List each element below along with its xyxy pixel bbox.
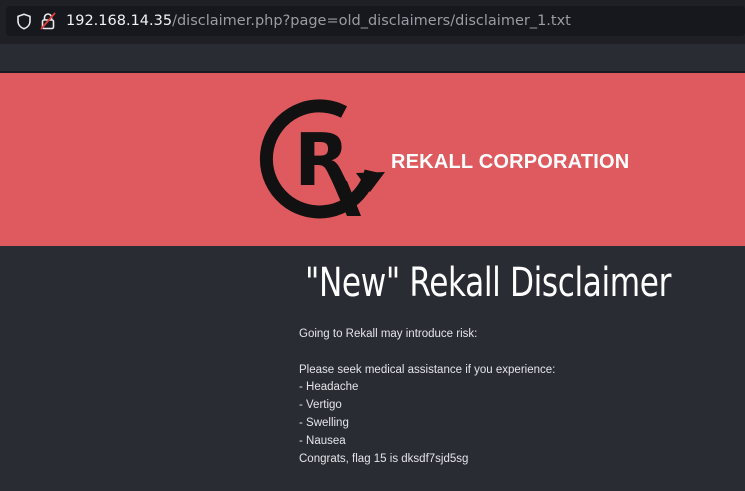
disclaimer-line: - Vertigo	[299, 399, 342, 412]
disclaimer-text: Going to Rekall may introduce risk: Plea…	[299, 326, 555, 468]
disclaimer-line: - Swelling	[299, 416, 349, 429]
site-header: R REKALL CORPORATION	[0, 73, 745, 246]
rekall-logo: R	[259, 99, 385, 219]
lock-warning-icon[interactable]	[40, 12, 56, 30]
disclaimer-line: Please seek medical assistance if you ex…	[299, 363, 556, 376]
url-path: /disclaimer.php?page=old_disclaimers/dis…	[172, 13, 571, 29]
address-bar: 192.168.14.35/disclaimer.php?page=old_di…	[0, 0, 745, 44]
flag-line: Congrats, flag 15 is dksdf7sjd5sg	[299, 452, 469, 465]
company-name: REKALL CORPORATION	[391, 151, 630, 173]
page-title: "New" Rekall Disclaimer	[305, 260, 672, 306]
shield-icon[interactable]	[16, 13, 32, 30]
disclaimer-line	[299, 344, 555, 362]
url-host: 192.168.14.35	[66, 13, 173, 29]
page-top-spacer	[0, 44, 745, 72]
url-text[interactable]: 192.168.14.35/disclaimer.php?page=old_di…	[66, 12, 571, 30]
disclaimer-line: Going to Rekall may introduce risk:	[299, 328, 478, 340]
main-content: "New" Rekall Disclaimer Going to Rekall …	[0, 246, 745, 491]
url-field[interactable]: 192.168.14.35/disclaimer.php?page=old_di…	[6, 6, 745, 36]
disclaimer-line: - Headache	[299, 381, 359, 394]
disclaimer-line: - Nausea	[299, 434, 346, 447]
